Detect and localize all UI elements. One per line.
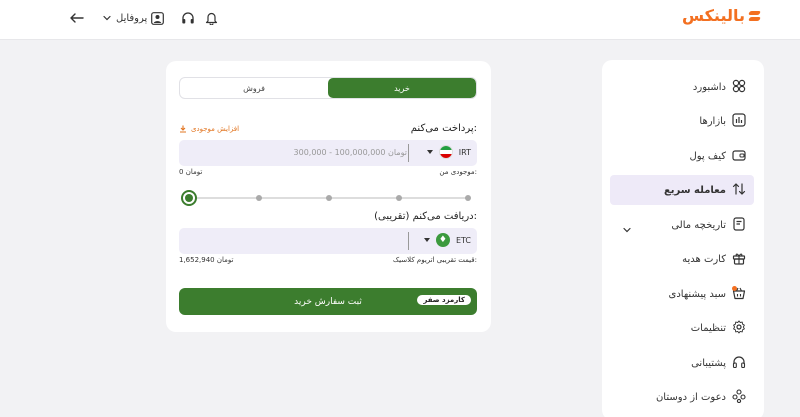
- divider: [408, 232, 409, 250]
- receive-label-row: دریافت می‌کنم (تقریبی):: [179, 211, 477, 222]
- sidebar-item-label: کارت هدیه: [682, 253, 726, 265]
- balance-value: 0 تومان: [179, 168, 203, 176]
- receive-label: دریافت می‌کنم (تقریبی):: [374, 211, 477, 222]
- profile-label[interactable]: پروفایل: [116, 13, 147, 24]
- sidebar-item-label: معامله سریع: [663, 184, 726, 196]
- zero-fee-badge: کارمزد صفر: [417, 295, 471, 305]
- pay-label: پرداخت می‌کنم:: [410, 123, 477, 134]
- chevron-down-icon[interactable]: [102, 13, 112, 23]
- sidebar-item-wallet[interactable]: کیف پول: [610, 141, 754, 171]
- receive-currency-select[interactable]: ♦ ETC: [423, 233, 471, 247]
- download-icon: [180, 125, 186, 133]
- tab-sell[interactable]: فروش: [180, 78, 328, 98]
- caret-down-icon: [423, 238, 430, 242]
- sidebar-item-markets[interactable]: بازارها: [610, 106, 754, 136]
- balance-row: 0 تومان موجودی من:: [179, 168, 477, 176]
- slider-step[interactable]: [396, 195, 402, 201]
- notification-dot: [732, 286, 737, 291]
- sidebar-item-gift-card[interactable]: کارت هدیه: [610, 244, 754, 274]
- pay-currency-code: IRT: [458, 147, 471, 157]
- slider-step[interactable]: [256, 195, 262, 201]
- sidebar-item-label: داشبورد: [692, 81, 726, 93]
- ethereum-classic-icon: ♦: [435, 233, 450, 247]
- logo-text: بالینکس: [681, 6, 745, 25]
- sidebar-item-quick-trade[interactable]: معامله سریع: [610, 175, 754, 205]
- sidebar-item-label: دعوت از دوستان: [655, 391, 726, 403]
- profile-icon[interactable]: [151, 11, 165, 25]
- sidebar-item-label: کیف پول: [689, 150, 726, 162]
- amount-slider[interactable]: [181, 190, 472, 206]
- submit-buy-order-button[interactable]: ثبت سفارش خرید کارمزد صفر: [179, 288, 477, 315]
- divider: [408, 144, 409, 162]
- receive-amount-field[interactable]: ♦ ETC: [179, 228, 477, 254]
- sidebar-item-suggested-basket[interactable]: سبد پیشنهادی: [610, 279, 754, 309]
- sidebar-item-label: سبد پیشنهادی: [668, 288, 727, 300]
- gear-icon: [732, 319, 746, 337]
- logo[interactable]: بالینکس: [682, 6, 760, 25]
- slider-step[interactable]: [465, 195, 471, 201]
- wallet-icon: [732, 148, 746, 165]
- price-label: قیمت تقریبی اتریوم کلاسیک:: [392, 256, 477, 264]
- slider-handle[interactable]: [181, 190, 197, 206]
- price-value: 1,652,940 تومان: [179, 256, 234, 264]
- tab-buy[interactable]: خرید: [328, 78, 476, 98]
- sidebar-item-label: بازارها: [699, 115, 726, 127]
- sidebar-item-dashboard[interactable]: داشبورد: [610, 72, 754, 102]
- back-arrow-icon[interactable]: [68, 9, 86, 27]
- pay-amount-field[interactable]: 300,000 - 100,000,000 تومان IRT: [179, 140, 477, 166]
- headset-icon: [732, 355, 746, 372]
- sidebar: داشبورد بازارها کیف پول معامله سریع تاری…: [602, 60, 764, 417]
- logo-mark-icon: [748, 10, 760, 22]
- sidebar-item-support[interactable]: پشتیبانی: [610, 348, 754, 378]
- price-row: 1,652,940 تومان قیمت تقریبی اتریوم کلاسی…: [179, 256, 477, 264]
- bell-icon[interactable]: [205, 11, 218, 25]
- submit-label: ثبت سفارش خرید: [294, 296, 362, 307]
- quick-trade-card: فروش خرید افزایش موجودی پرداخت می‌کنم: 3…: [166, 61, 491, 332]
- swap-arrows-icon: [732, 182, 746, 199]
- increase-balance-link[interactable]: افزایش موجودی: [179, 125, 239, 133]
- markets-icon: [732, 112, 746, 130]
- dashboard-icon: [732, 79, 746, 96]
- sidebar-item-invite[interactable]: دعوت از دوستان: [610, 382, 754, 412]
- trade-tabs: فروش خرید: [179, 77, 477, 99]
- caret-down-icon: [426, 150, 433, 154]
- header-actions: پروفایل: [68, 8, 218, 28]
- pay-amount-input[interactable]: 300,000 - 100,000,000 تومان: [294, 148, 407, 157]
- sidebar-item-label: تاریخچه مالی: [671, 219, 726, 231]
- pay-label-row: افزایش موجودی پرداخت می‌کنم:: [179, 123, 477, 134]
- sidebar-item-label: تنظیمات: [690, 322, 726, 334]
- sidebar-item-label: پشتیبانی: [691, 357, 726, 369]
- gift-icon: [732, 251, 746, 268]
- iran-flag-icon: [438, 145, 453, 159]
- headset-icon[interactable]: [181, 11, 195, 25]
- balance-label: موجودی من:: [439, 168, 477, 176]
- invite-icon: [732, 388, 746, 406]
- sidebar-item-settings[interactable]: تنظیمات: [610, 313, 754, 343]
- receive-currency-code: ETC: [455, 235, 471, 245]
- top-bar: بالینکس پروفایل: [0, 0, 800, 40]
- slider-step[interactable]: [326, 195, 332, 201]
- pay-currency-select[interactable]: IRT: [426, 145, 471, 159]
- chevron-down-icon[interactable]: [622, 220, 632, 233]
- history-icon: [732, 216, 746, 234]
- increase-balance-label: افزایش موجودی: [191, 124, 240, 133]
